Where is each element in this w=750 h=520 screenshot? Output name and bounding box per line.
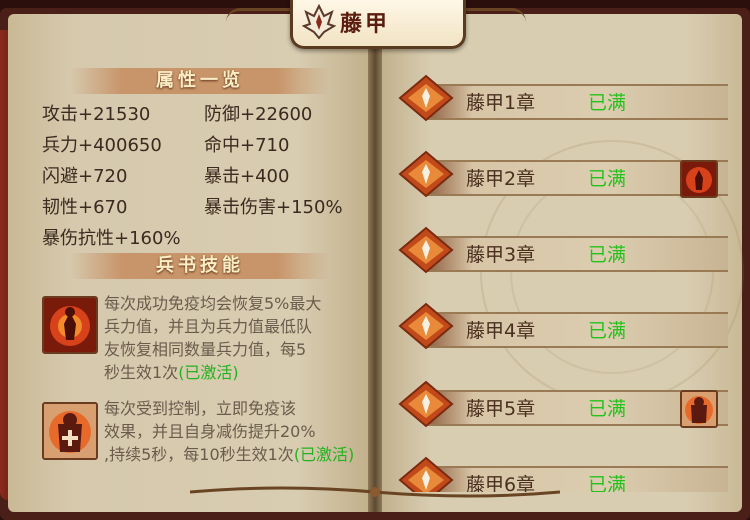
skill-1-line: 每次成功免疫均会恢复5%最大	[104, 294, 322, 313]
chapter-status: 已满	[588, 474, 627, 492]
chapter-name: 藤甲2章	[466, 168, 536, 190]
chapter-row[interactable]: 藤甲5章 已满	[398, 376, 728, 432]
skill-2-line: 效果，并且自身减伤提升20%	[104, 422, 316, 441]
book-spine	[368, 14, 382, 512]
chapter-row[interactable]: 藤甲3章 已满	[398, 222, 728, 278]
stat-defense: 防御+22600	[204, 104, 313, 125]
chapter-emblem-icon	[398, 74, 454, 122]
skill-1-line: 兵力值，并且为兵力值最低队	[104, 317, 313, 336]
fire-warrior-icon[interactable]	[42, 296, 98, 354]
fire-warrior-icon[interactable]	[680, 160, 718, 198]
skill-1-line: 秒生效1次(已激活)	[104, 363, 239, 382]
stat-crit: 暴击+400	[204, 166, 290, 187]
skill-1-description: 每次成功免疫均会恢复5%最大 兵力值，并且为兵力值最低队 友恢复相同数量兵力值，…	[104, 292, 366, 384]
title-ornament-right	[456, 8, 526, 29]
chapter-name: 藤甲3章	[466, 244, 536, 266]
chapter-status: 已满	[588, 92, 627, 114]
chapter-row[interactable]: 藤甲1章 已满	[398, 70, 728, 126]
chapter-status: 已满	[588, 320, 627, 342]
armored-warrior-icon[interactable]	[42, 402, 98, 460]
stat-troops: 兵力+400650	[42, 135, 162, 156]
chapter-emblem-icon	[398, 302, 454, 350]
chapter-status: 已满	[588, 398, 627, 420]
stat-crit-damage: 暴击伤害+150%	[204, 197, 343, 218]
bottom-ornament	[190, 486, 560, 498]
page-title: 藤甲	[340, 12, 391, 37]
armored-warrior-icon[interactable]	[680, 390, 718, 428]
chapter-status: 已满	[588, 244, 627, 266]
attributes-header: 属性一览	[70, 68, 330, 94]
attributes-header-label: 属性一览	[156, 70, 244, 91]
skill-2-status: (已激活)	[293, 445, 355, 464]
stat-tenacity: 韧性+670	[42, 197, 128, 218]
stat-accuracy: 命中+710	[204, 135, 290, 156]
stat-crit-resist: 暴伤抗性+160%	[42, 228, 181, 249]
chapter-emblem-icon	[398, 226, 454, 274]
skill-1-status: (已激活)	[178, 363, 239, 382]
skills-header: 兵书技能	[70, 253, 330, 279]
title-ornament-left	[226, 8, 296, 29]
chapter-name: 藤甲1章	[466, 92, 536, 114]
skills-header-label: 兵书技能	[156, 255, 244, 276]
chapter-row[interactable]: 藤甲2章 已满	[398, 146, 728, 202]
stat-dodge: 闪避+720	[42, 166, 128, 187]
skill-2-line: 每次受到控制，立即免疫该	[104, 399, 297, 418]
stat-attack: 攻击+21530	[42, 104, 151, 125]
skill-2-description: 每次受到控制，立即免疫该 效果，并且自身减伤提升20% ,持续5秒，每10秒生效…	[104, 397, 366, 466]
rattan-armor-emblem-icon	[302, 4, 336, 40]
chapter-status: 已满	[588, 168, 627, 190]
chapter-name: 藤甲5章	[466, 398, 536, 420]
chapter-emblem-icon	[398, 380, 454, 428]
chapter-name: 藤甲4章	[466, 320, 536, 342]
skill-2-line: ,持续5秒，每10秒生效1次(已激活)	[104, 445, 355, 464]
skill-1-line: 友恢复相同数量兵力值，每5	[104, 340, 307, 359]
book-panel: 藤甲 属性一览 攻击+21530 防御+22600 兵力+400650 命中+7…	[0, 0, 750, 520]
chapter-row[interactable]: 藤甲4章 已满	[398, 298, 728, 354]
chapter-emblem-icon	[398, 150, 454, 198]
